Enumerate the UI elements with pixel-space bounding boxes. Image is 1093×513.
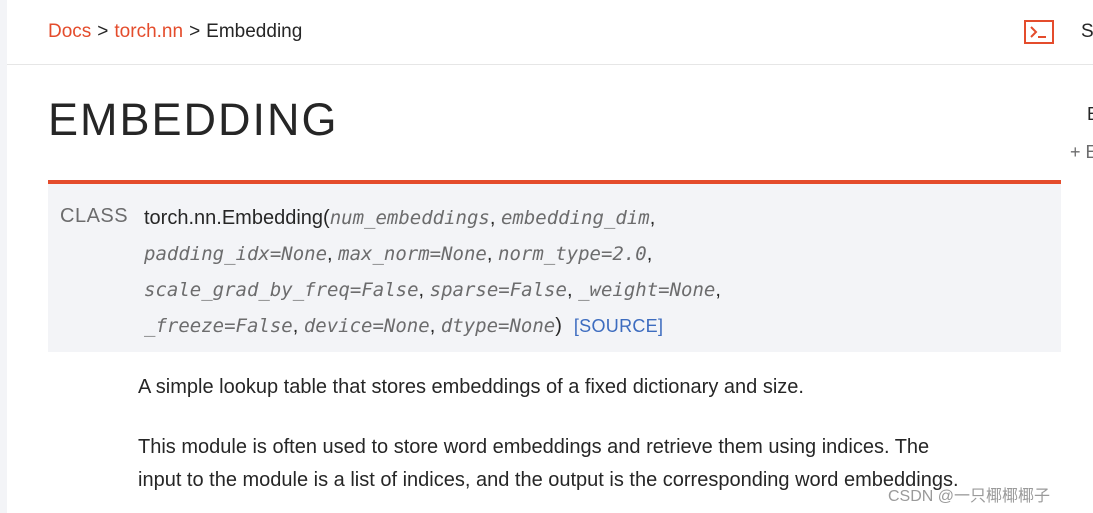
param: embedding_dim [500,207,650,229]
top-bar: Docs > torch.nn > Embedding [7,0,1093,65]
terminal-icon [1030,26,1046,38]
class-signature-block: CLASS torch.nn.Embedding(num_embeddings,… [48,180,1061,352]
param: norm_type=2.0 [498,243,647,265]
description-paragraph-2-line-1: This module is often used to store word … [138,436,930,458]
close-paren: ) [555,315,562,337]
page-title: EMBEDDING [48,94,339,145]
class-name: torch.nn.Embedding [144,207,324,229]
param: num_embeddings [329,207,490,229]
param: _weight=None [578,279,716,301]
param: scale_grad_by_freq=False [144,279,419,301]
left-sidebar-edge [0,0,7,513]
class-label: CLASS [60,205,129,227]
param: dtype=None [440,315,556,337]
open-paren: ( [323,207,330,229]
right-toc-heading-cut[interactable]: E [1087,104,1093,125]
param: padding_idx=None [144,243,328,265]
param: device=None [303,315,430,337]
watermark: CSDN @一只椰椰椰子 [888,488,1051,505]
param: sparse=False [429,279,567,301]
breadcrumb-separator: > [97,21,109,42]
header-right-cut-text[interactable]: S [1081,20,1093,44]
breadcrumb: Docs > torch.nn > Embedding [48,20,302,44]
terminal-button[interactable] [1024,20,1054,44]
source-link[interactable]: [SOURCE] [574,316,663,336]
breadcrumb-torch-nn-link[interactable]: torch.nn [114,21,183,42]
param: _freeze=False [144,315,293,337]
breadcrumb-separator: > [189,21,201,42]
right-toc-item-cut[interactable]: + E [1070,142,1093,163]
description-paragraph-2: This module is often used to store word … [138,431,959,497]
breadcrumb-current: Embedding [206,21,303,42]
description-paragraph-2-line-2: input to the module is a list of indices… [138,469,959,491]
description-paragraph-1: A simple lookup table that stores embedd… [138,376,804,398]
breadcrumb-docs-link[interactable]: Docs [48,21,91,42]
class-signature: torch.nn.Embedding(num_embeddings, embed… [144,207,721,337]
param: max_norm=None [338,243,487,265]
